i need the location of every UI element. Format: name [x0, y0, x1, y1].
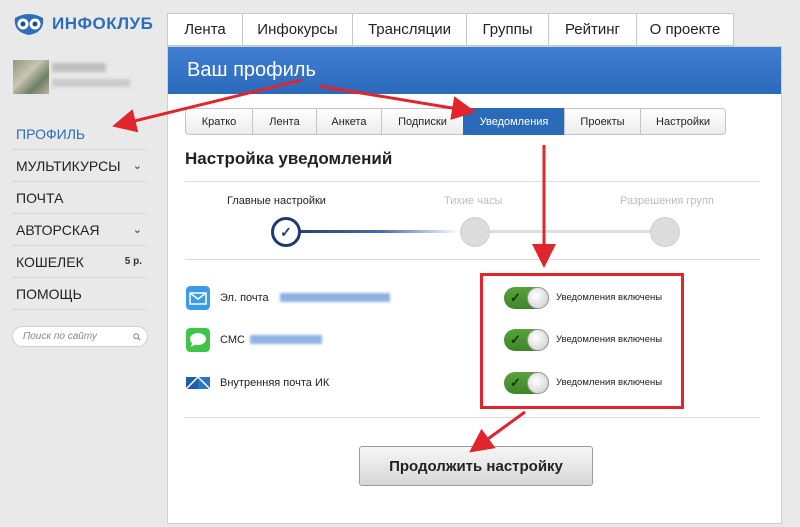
arrow-to-profile [112, 78, 303, 133]
annotation-arrows [112, 78, 556, 453]
arrow-to-continue [469, 410, 526, 453]
arrow-to-notifications-tab [318, 84, 476, 120]
